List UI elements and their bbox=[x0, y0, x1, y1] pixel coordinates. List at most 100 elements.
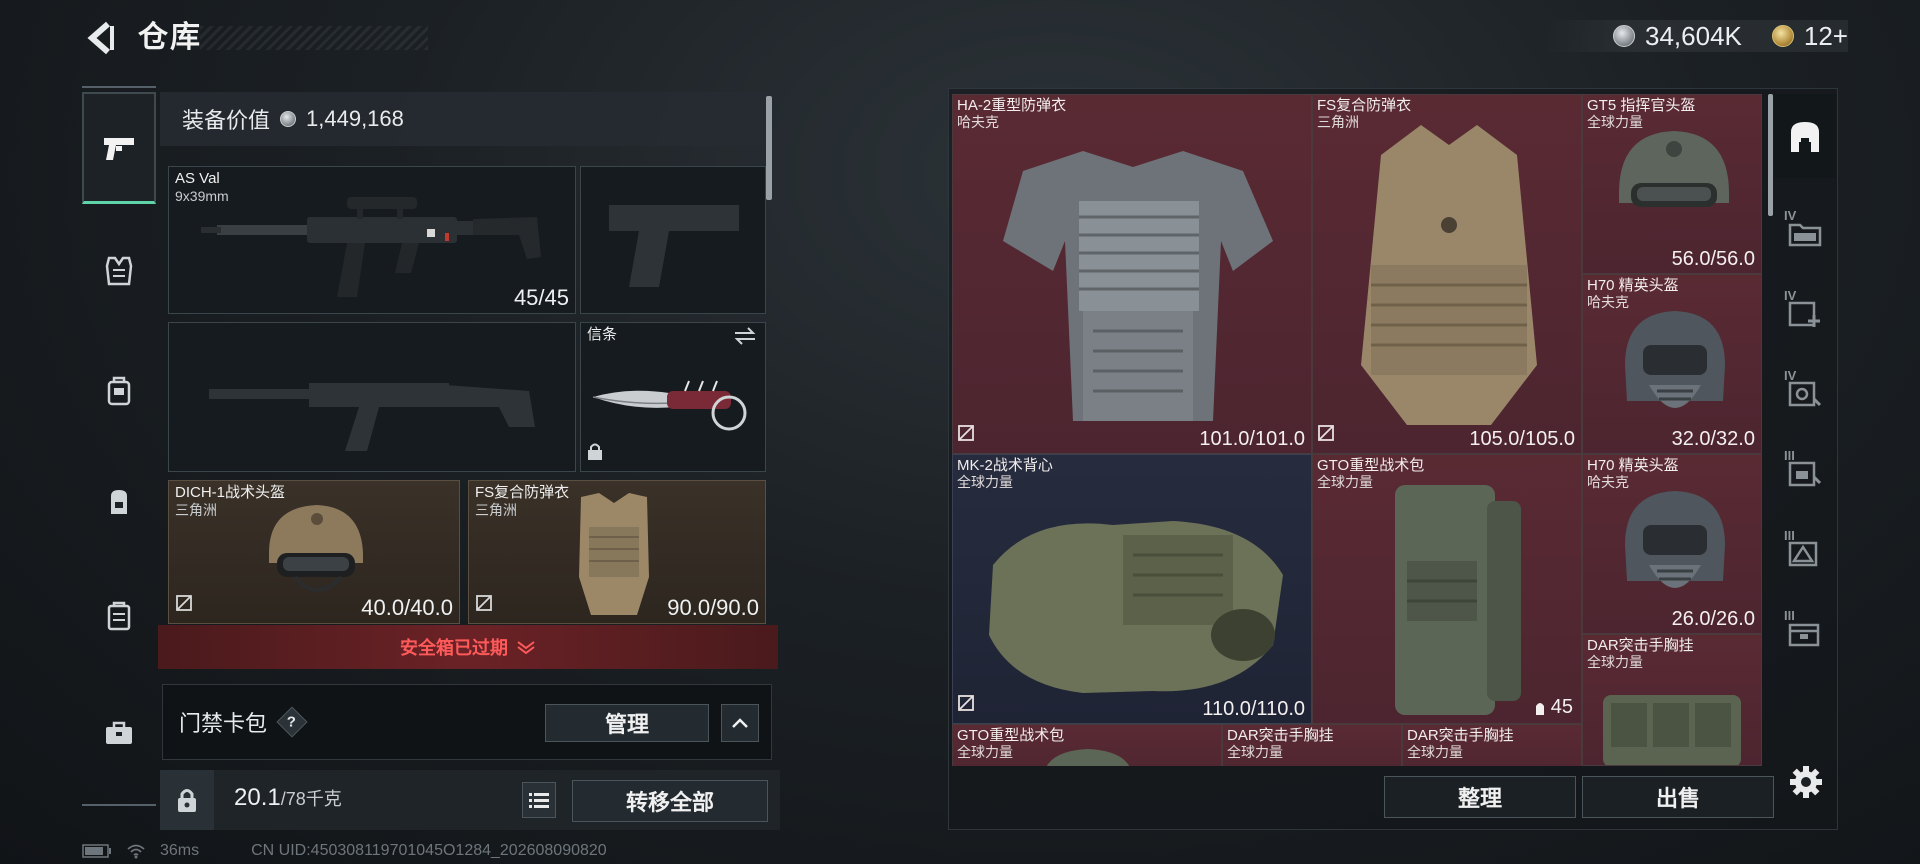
item-faction: 全球力量 bbox=[1227, 744, 1283, 760]
stash-grid: HA-2重型防弹衣 哈夫克 101.0/101.0 FS复合防弹衣 三角洲 10… bbox=[952, 94, 1762, 766]
item-durability: 105.0/105.0 bbox=[1469, 428, 1575, 450]
settings-button[interactable] bbox=[1784, 760, 1828, 804]
composite-armor-image bbox=[1361, 125, 1537, 425]
helmet-slot[interactable]: DICH-1战术头盔 三角洲 40.0/40.0 bbox=[168, 480, 460, 624]
rail-tab-armor[interactable] bbox=[82, 236, 156, 306]
item-durability: 101.0/101.0 bbox=[1199, 428, 1305, 450]
item-name: H70 精英头盔 bbox=[1587, 277, 1679, 294]
rail-tab-chest-rig[interactable] bbox=[82, 356, 156, 426]
currency-bar: 34,604K 12+ bbox=[1543, 20, 1848, 52]
melee-slot[interactable]: 信条 bbox=[580, 322, 766, 472]
lock-icon bbox=[178, 789, 196, 812]
rail-tab-briefcase[interactable] bbox=[82, 698, 156, 768]
back-arrow-icon bbox=[87, 21, 114, 55]
heavy-backpack-image bbox=[1046, 749, 1130, 766]
tidy-button[interactable]: 整理 bbox=[1384, 776, 1576, 818]
ping-value: 36ms bbox=[160, 842, 200, 859]
item-stack-count: 45 bbox=[1533, 696, 1573, 719]
rail-tab-container[interactable] bbox=[82, 581, 156, 651]
loadout-scrollbar[interactable] bbox=[766, 96, 772, 200]
item-name: DAR突击手胸挂 bbox=[1407, 727, 1514, 744]
stash-item[interactable]: GT5 指挥官头盔 全球力量 56.0/56.0 bbox=[1582, 94, 1762, 274]
folder-icon bbox=[1788, 223, 1822, 247]
sell-button[interactable]: 出售 bbox=[1582, 776, 1774, 818]
tab-tier-label: III bbox=[1784, 448, 1795, 463]
stash-tab-3[interactable]: IV bbox=[1774, 278, 1836, 348]
category-rail bbox=[82, 86, 156, 806]
item-durability: 110.0/110.0 bbox=[1202, 698, 1305, 720]
item-name: DAR突击手胸挂 bbox=[1227, 727, 1334, 744]
rail-divider-bottom bbox=[82, 804, 156, 806]
item-faction: 全球力量 bbox=[957, 474, 1013, 490]
item-faction: 全球力量 bbox=[1407, 744, 1463, 760]
stash-tab-6[interactable]: III bbox=[1774, 518, 1836, 588]
silver-coin-icon bbox=[1613, 25, 1636, 47]
transfer-all-button[interactable]: 转移全部 bbox=[572, 780, 768, 822]
item-durability: 32.0/32.0 bbox=[1671, 428, 1755, 450]
equipment-value: 1,449,168 bbox=[306, 106, 404, 131]
chevron-up-icon bbox=[732, 718, 748, 728]
stash-tab-main[interactable] bbox=[1774, 94, 1836, 178]
silver-currency-amount: 34,604K bbox=[1645, 20, 1742, 51]
rail-tab-weapons[interactable] bbox=[82, 92, 156, 204]
lock-icon bbox=[587, 442, 603, 465]
stash-tab-4[interactable]: IV bbox=[1774, 358, 1836, 428]
elite-helmet-image bbox=[1625, 311, 1725, 408]
tab-tier-label: III bbox=[1784, 528, 1795, 543]
stash-tab-7[interactable]: III bbox=[1774, 598, 1836, 668]
body-armor-slot[interactable]: FS复合防弹衣 三角洲 90.0/90.0 bbox=[468, 480, 766, 624]
safe-box-icon bbox=[107, 601, 131, 631]
gold-currency-amount[interactable]: 12+ bbox=[1804, 21, 1848, 52]
stash-item[interactable]: H70 精英头盔 哈夫克 32.0/32.0 bbox=[1582, 274, 1762, 454]
stash-item[interactable]: HA-2重型防弹衣 哈夫克 101.0/101.0 bbox=[952, 94, 1312, 454]
stash-item[interactable]: DAR突击手胸挂 全球力量 bbox=[1222, 724, 1402, 766]
helmet-durability: 40.0/40.0 bbox=[361, 595, 453, 620]
pistol-silhouette-icon bbox=[609, 205, 739, 287]
sidearm-slot-empty[interactable] bbox=[580, 166, 766, 314]
armor-vest-icon bbox=[105, 256, 133, 286]
stash-item[interactable]: DAR突击手胸挂 全球力量 bbox=[1402, 724, 1582, 766]
stash-tab-5[interactable]: III bbox=[1774, 438, 1836, 508]
tactical-vest-image bbox=[989, 521, 1283, 693]
warning-page-icon bbox=[1788, 541, 1818, 567]
loadout-panel: 装备价值 1,449,168 AS Val 9x39mm 45/45 信条 DI… bbox=[158, 92, 780, 832]
tab-tier-label: IV bbox=[1784, 208, 1797, 223]
safe-box-expired-banner[interactable]: 安全箱已过期 bbox=[158, 625, 778, 669]
stash-scrollbar[interactable] bbox=[1768, 94, 1773, 216]
stash-item[interactable]: GTO重型战术包 全球力量 bbox=[952, 724, 1222, 766]
back-button[interactable] bbox=[82, 18, 118, 58]
item-durability: 26.0/26.0 bbox=[1671, 608, 1755, 630]
item-name: HA-2重型防弹衣 bbox=[957, 97, 1067, 114]
list-view-button[interactable] bbox=[522, 782, 556, 818]
stash-tab-2[interactable]: IV bbox=[1774, 198, 1836, 268]
stash-item[interactable]: GTO重型战术包 全球力量 45 bbox=[1312, 454, 1582, 724]
stash-item[interactable]: DAR突击手胸挂 全球力量 bbox=[1582, 634, 1762, 766]
stash-item[interactable]: MK-2战术背心 全球力量 110.0/110.0 bbox=[952, 454, 1312, 724]
wifi-icon bbox=[127, 844, 145, 859]
tab-tier-label: IV bbox=[1784, 368, 1797, 383]
stash-item[interactable]: H70 精英头盔 哈夫克 26.0/26.0 bbox=[1582, 454, 1762, 634]
item-faction: 全球力量 bbox=[957, 744, 1013, 760]
item-name: H70 精英头盔 bbox=[1587, 457, 1679, 474]
manage-button[interactable]: 管理 bbox=[545, 704, 709, 742]
stash-tab-rail: IV IV IV III III III bbox=[1774, 88, 1836, 728]
rifle-image bbox=[201, 197, 541, 297]
loadout-bottom-bar: 20.1/78千克 转移全部 bbox=[160, 770, 780, 830]
item-faction: 全球力量 bbox=[1587, 654, 1643, 670]
gold-coin-icon bbox=[1771, 25, 1794, 47]
ammo-icon bbox=[1535, 702, 1544, 715]
chest-rig-image bbox=[1603, 695, 1741, 765]
swap-icon[interactable] bbox=[733, 327, 757, 350]
rail-tab-backpack[interactable] bbox=[82, 466, 156, 536]
secondary-weapon-slot-empty[interactable] bbox=[168, 322, 576, 472]
collapse-button[interactable] bbox=[721, 704, 759, 742]
melee-name: 信条 bbox=[587, 326, 618, 343]
stash-item[interactable]: FS复合防弹衣 三角洲 105.0/105.0 bbox=[1312, 94, 1582, 454]
heavy-armor-image bbox=[1003, 151, 1273, 421]
commander-helmet-image bbox=[1619, 131, 1729, 207]
primary-weapon-slot[interactable]: AS Val 9x39mm 45/45 bbox=[168, 166, 576, 314]
help-icon[interactable]: ? bbox=[276, 706, 308, 738]
keycard-label: 门禁卡包 bbox=[179, 711, 268, 736]
weight-lock-button[interactable] bbox=[160, 770, 214, 830]
battery-icon bbox=[82, 844, 111, 858]
